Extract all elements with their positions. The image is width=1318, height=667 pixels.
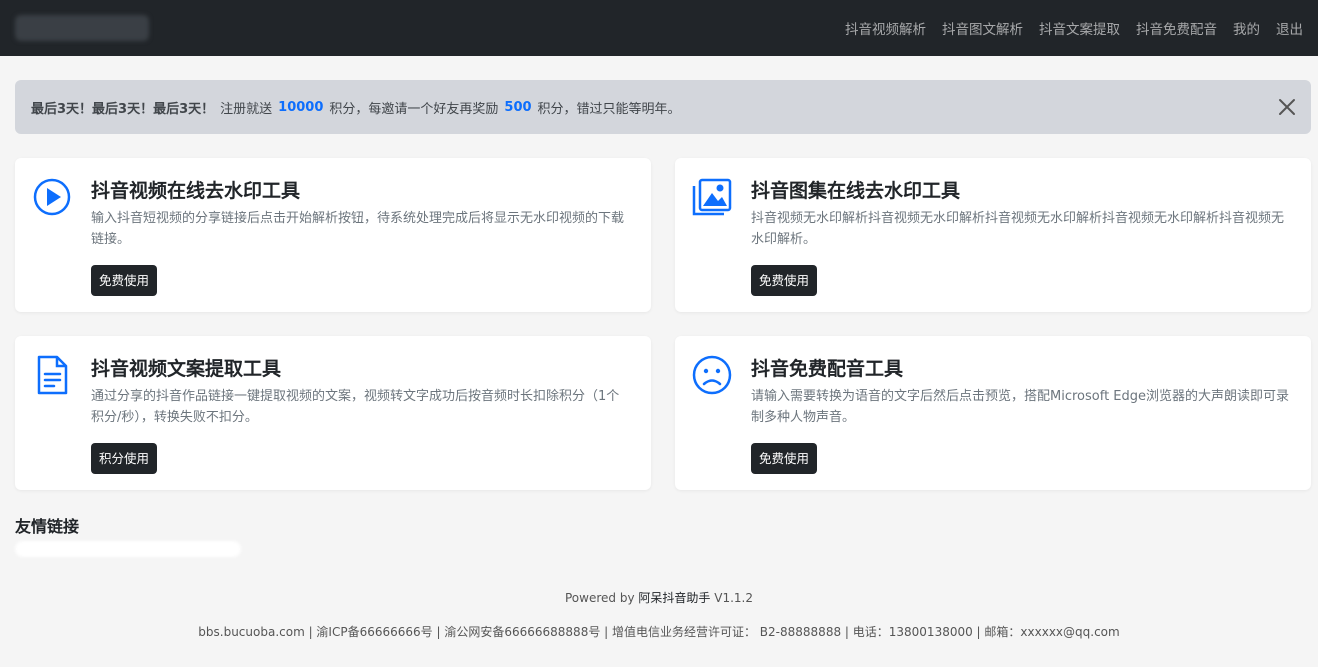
card-title: 抖音图集在线去水印工具 [751, 180, 961, 202]
alert-number-2: 500 [504, 99, 532, 115]
friend-links-list[interactable] [15, 541, 241, 557]
card-gallery-watermark: 抖音图集在线去水印工具 抖音视频无水印解析抖音视频无水印解析抖音视频无水印解析抖… [675, 158, 1311, 312]
powered-prefix: Powered by [565, 591, 635, 605]
card-description: 请输入需要转换为语音的文字后然后点击预览，搭配Microsoft Edge浏览器… [751, 389, 1290, 425]
alert-prefix: 最后3天！最后3天！最后3天！ [31, 101, 215, 117]
app-version: V1.1.2 [714, 591, 753, 605]
nav-link-logout[interactable]: 退出 [1276, 18, 1303, 38]
card-title: 抖音视频文案提取工具 [91, 358, 282, 380]
close-icon[interactable] [1277, 97, 1297, 117]
brand-logo[interactable] [15, 15, 149, 41]
file-text-icon [37, 355, 68, 395]
nav-link-image-parse[interactable]: 抖音图文解析 [942, 18, 1023, 38]
free-use-button[interactable]: 免费使用 [751, 265, 818, 296]
images-icon [692, 178, 732, 216]
nav-link-video-parse[interactable]: 抖音视频解析 [845, 18, 926, 38]
nav-link-copy-extract[interactable]: 抖音文案提取 [1039, 18, 1120, 38]
promo-alert: 最后3天！最后3天！最后3天！ 注册就送 10000 积分，每邀请一个好友再奖励… [15, 80, 1311, 134]
free-use-button[interactable]: 免费使用 [91, 265, 158, 296]
footer-info: bbs.bucuoba.com | 渝ICP备66666666号 | 渝公网安备… [198, 625, 1120, 639]
nav-links: 抖音视频解析 抖音图文解析 抖音文案提取 抖音免费配音 我的 退出 [845, 18, 1303, 38]
emoji-frown-icon [692, 355, 732, 395]
card-dubbing: 抖音免费配音工具 请输入需要转换为语音的文字后然后点击预览，搭配Microsof… [675, 336, 1311, 490]
card-title: 抖音免费配音工具 [751, 358, 904, 380]
card-description: 抖音视频无水印解析抖音视频无水印解析抖音视频无水印解析抖音视频无水印解析抖音视频… [751, 211, 1285, 247]
alert-text-1: 注册就送 [220, 101, 273, 117]
nav-link-dubbing[interactable]: 抖音免费配音 [1136, 18, 1217, 38]
powered-by: Powered by 阿呆抖音助手 V1.1.2 [0, 589, 1318, 606]
nav-link-mine[interactable]: 我的 [1233, 18, 1260, 38]
card-description: 输入抖音短视频的分享链接后点击开始解析按钮，待系统处理完成后将显示无水印视频的下… [91, 211, 625, 247]
app-name-link[interactable]: 阿呆抖音助手 [638, 591, 710, 605]
card-copy-extract: 抖音视频文案提取工具 通过分享的抖音作品链接一键提取视频的文案，视频转文字成功后… [15, 336, 651, 490]
top-navbar: 抖音视频解析 抖音图文解析 抖音文案提取 抖音免费配音 我的 退出 [0, 0, 1318, 56]
card-video-watermark: 抖音视频在线去水印工具 输入抖音短视频的分享链接后点击开始解析按钮，待系统处理完… [15, 158, 651, 312]
alert-number-1: 10000 [278, 99, 324, 115]
points-use-button[interactable]: 积分使用 [91, 443, 158, 474]
alert-text-2: 积分，每邀请一个好友再奖励 [329, 101, 499, 117]
alert-text-3: 积分，错过只能等明年。 [537, 101, 681, 117]
card-title: 抖音视频在线去水印工具 [91, 180, 301, 202]
free-use-button[interactable]: 免费使用 [751, 443, 818, 474]
friend-links-title: 友情链接 [15, 517, 80, 536]
play-circle-icon [33, 178, 71, 216]
card-description: 通过分享的抖音作品链接一键提取视频的文案，视频转文字成功后按音频时长扣除积分（1… [91, 389, 620, 425]
